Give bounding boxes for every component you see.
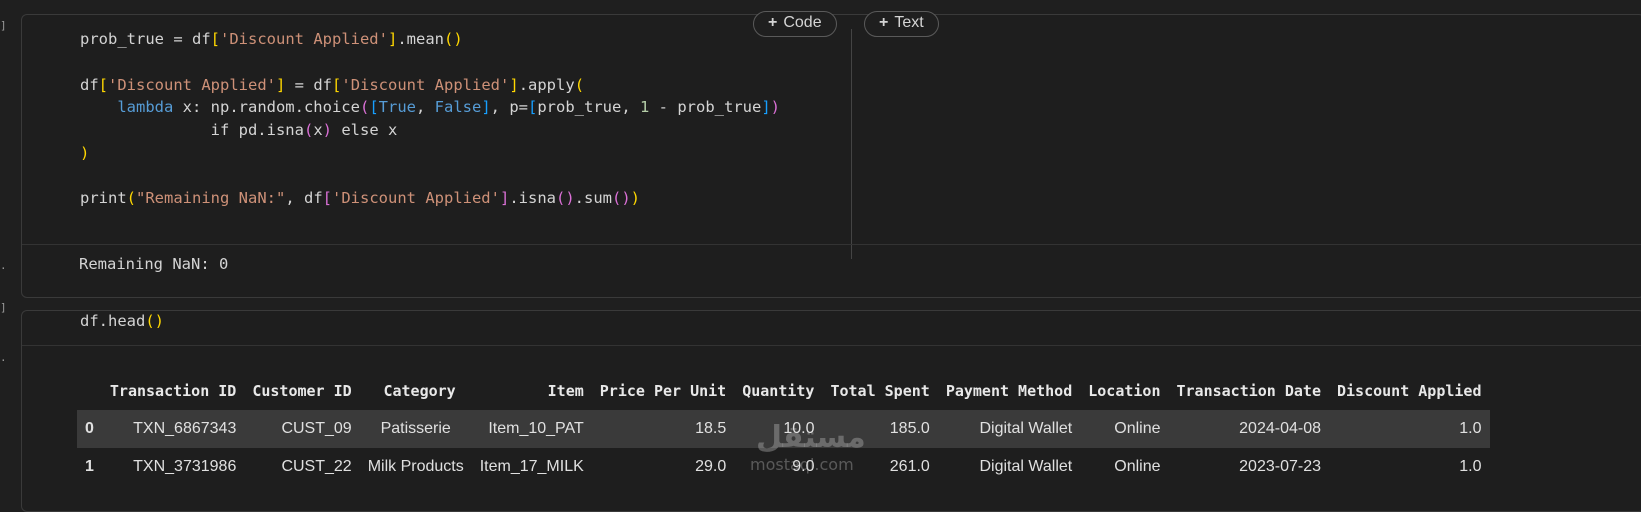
table-cell: 1.0 [1459,458,1482,475]
cell-gutter-bracket: ] [0,301,7,314]
table-cell: Patisserie [359,410,472,448]
column-header: Quantity [742,382,815,400]
column-header: Discount Applied [1337,382,1482,400]
add-text-button[interactable]: + Text [864,11,939,37]
table-cell: 1.0 [1329,410,1490,448]
code-line: print("Remaining NaN:", df['Discount App… [80,189,641,207]
table-cell: 2023-07-23 [1239,458,1321,475]
table-cell: TXN_3731986 [133,458,237,475]
plus-icon: + [768,14,778,31]
output-divider [22,244,1641,245]
column-header: Customer ID [252,382,352,400]
column-header: Item [547,382,584,400]
table-cell: Milk Products [367,458,464,475]
column-header: Payment Method [945,382,1073,400]
code-line: lambda x: np.random.choice([True, False]… [117,98,781,116]
table-cell: Item_10_PAT [471,410,592,448]
column-header: Category [383,382,456,400]
column-header: Transaction ID [109,382,237,400]
row-index: 0 [77,410,102,448]
cell-output: Remaining NaN: 0 [79,255,229,273]
table-cell: Item_17_MILK [479,458,584,475]
cell-gutter-dot: · [0,354,7,367]
table-cell: Online [1114,458,1161,475]
table-header-row: Transaction ID Customer ID Category Item… [77,372,1490,410]
plus-icon: + [879,14,889,31]
table-cell: Digital Wallet [937,410,1081,448]
watermark-logo: مستقل [756,420,866,455]
table-cell: CUST_22 [281,458,352,475]
code-line[interactable]: df.head() [80,311,164,331]
code-line: df['Discount Applied'] = df['Discount Ap… [80,76,585,94]
cell-gutter-dot: · [0,262,7,275]
add-code-label: Code [783,14,822,31]
code-cell-1[interactable]: + Code + Text prob_true = df['Discount App… [21,11,1641,298]
cell-gutter-bracket: ] [0,19,7,32]
column-header [77,372,102,410]
add-code-button[interactable]: + Code [753,11,837,37]
table-cell: TXN_6867343 [101,410,245,448]
table-cell: Digital Wallet [979,458,1073,475]
table-cell: 29.0 [695,458,727,475]
table-cell: Online [1080,410,1169,448]
table-cell: 18.5 [591,410,735,448]
column-header: Price Per Unit [599,382,727,400]
table-cell: 2024-04-08 [1168,410,1329,448]
column-header: Location [1088,382,1161,400]
column-header: Total Spent [830,382,930,400]
code-line: prob_true = df['Discount Applied'].mean(… [80,30,463,48]
code-line: ) [80,144,90,162]
code-line: if pd.isna(x) else x [80,121,398,139]
watermark-site: mostaql.com [750,455,854,474]
column-header: Transaction Date [1176,382,1322,400]
output-divider [22,345,1641,346]
add-text-label: Text [894,14,924,31]
table-cell: CUST_09 [244,410,360,448]
row-index: 1 [85,458,94,475]
editor-divider [851,29,852,259]
